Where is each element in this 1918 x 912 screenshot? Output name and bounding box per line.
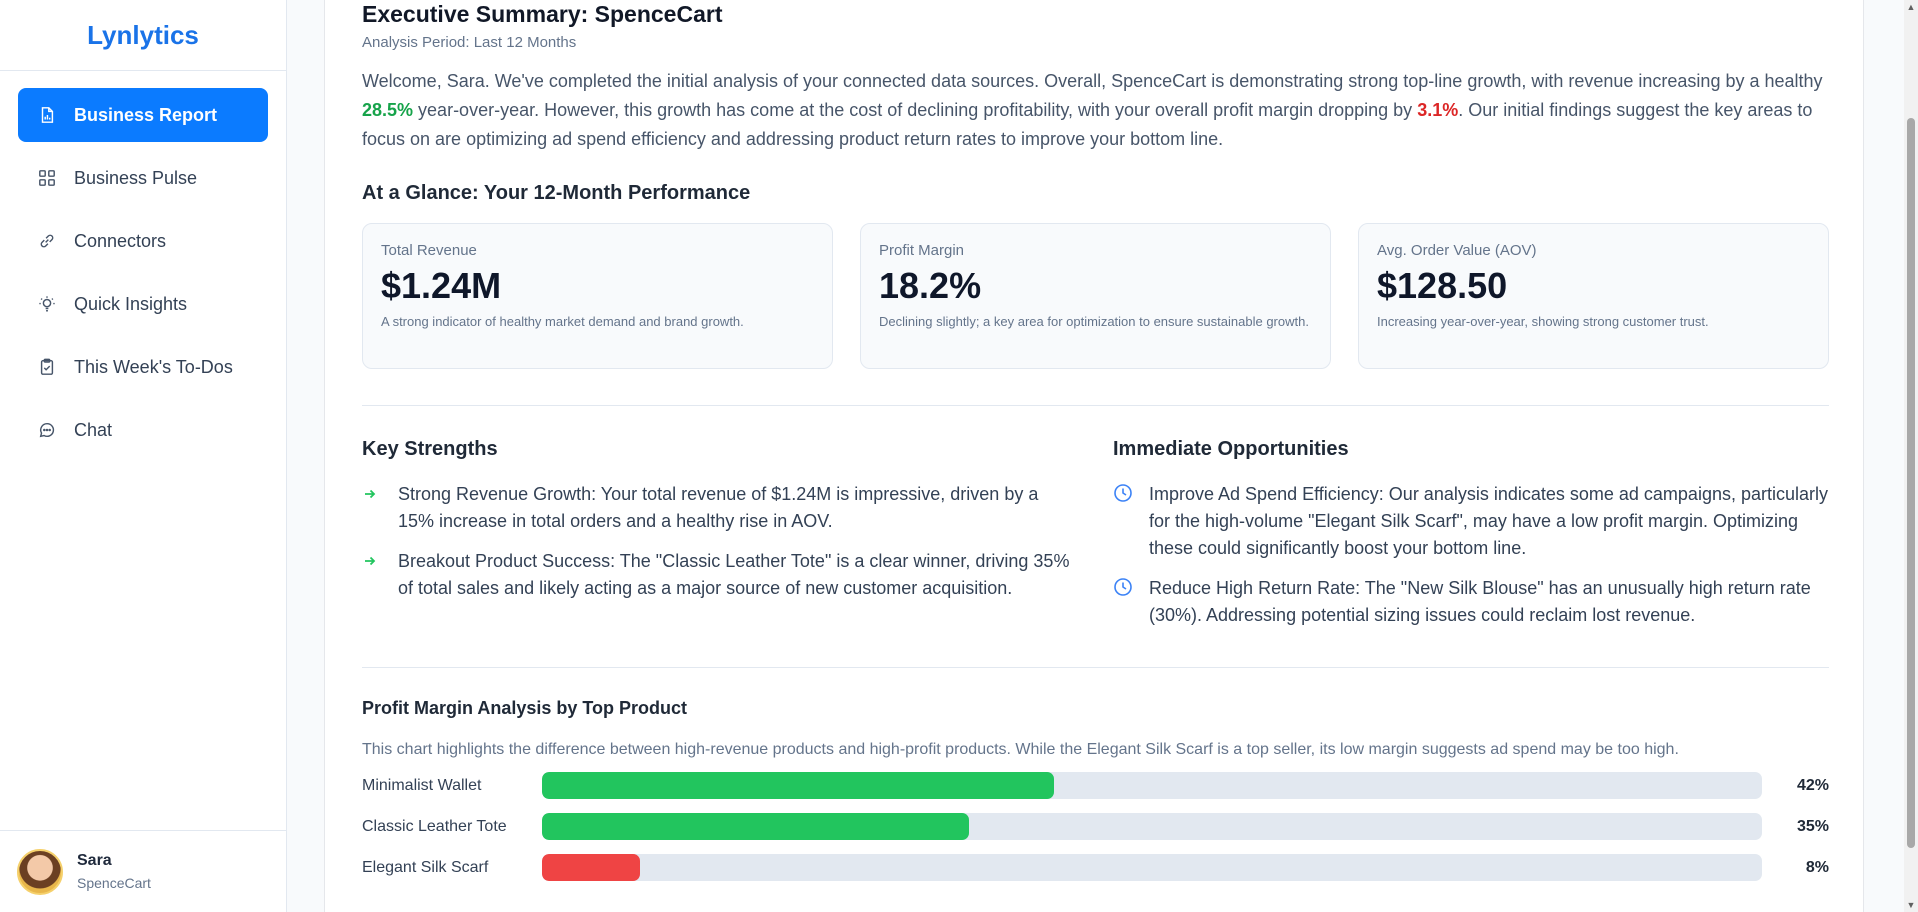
kpi-cards: Total Revenue $1.24M A strong indicator … <box>362 223 1829 369</box>
kpi-card-revenue: Total Revenue $1.24M A strong indicator … <box>362 223 833 369</box>
strength-text: Breakout Product Success: The "Classic L… <box>398 551 1070 598</box>
glance-title: At a Glance: Your 12-Month Performance <box>362 182 751 204</box>
list-item: Breakout Product Success: The "Classic L… <box>362 548 1113 602</box>
chat-icon <box>38 421 56 439</box>
app-logo[interactable]: Lynlytics <box>87 20 199 51</box>
growth-value: 28.5% <box>362 100 414 120</box>
sidebar-item-label: Chat <box>74 419 113 440</box>
sidebar-item-label: Business Pulse <box>74 167 198 188</box>
bar <box>542 772 1055 799</box>
scroll-thumb[interactable] <box>1907 118 1915 848</box>
bar-label: Minimalist Wallet <box>362 776 482 794</box>
bar-row: Classic Leather Tote 35% <box>362 813 1829 840</box>
avatar[interactable] <box>17 848 63 895</box>
clipboard-check-icon <box>38 358 56 376</box>
bar-value-label: 42% <box>1796 776 1829 794</box>
divider <box>362 405 1829 406</box>
logo-area: Lynlytics <box>0 0 286 71</box>
kpi-description: A strong indicator of healthy market dem… <box>381 314 744 329</box>
strength-text: Strong Revenue Growth: Your total revenu… <box>398 484 1039 531</box>
bar-row: Elegant Silk Scarf 8% <box>362 854 1829 881</box>
page-title: Executive Summary: SpenceCart <box>362 1 723 27</box>
link-icon <box>38 232 56 250</box>
sidebar-nav: Business Report Business Pulse Connector… <box>0 71 286 457</box>
report-content: Executive Summary: SpenceCart Analysis P… <box>362 0 1829 881</box>
kpi-description: Declining slightly; a key area for optim… <box>879 314 1309 329</box>
bar-track <box>542 772 1762 799</box>
list-item: Strong Revenue Growth: Your total revenu… <box>362 481 1113 535</box>
intro-paragraph: Welcome, Sara. We've completed the initi… <box>362 67 1824 154</box>
kpi-description: Increasing year-over-year, showing stron… <box>1377 314 1709 329</box>
bar-track <box>542 854 1762 881</box>
kpi-value: 18.2% <box>879 265 982 306</box>
margin-bar-chart: Minimalist Wallet 42% Classic Leather Tote… <box>362 772 1829 881</box>
intro-text: year-over-year. However, this growth has… <box>413 100 1418 120</box>
grid-icon <box>38 169 56 187</box>
clock-icon <box>1113 481 1149 562</box>
analysis-period: Analysis Period: Last 12 Months <box>362 34 577 51</box>
sidebar-item-todos[interactable]: This Week's To-Dos <box>18 340 268 394</box>
sidebar-item-quick-insights[interactable]: Quick Insights <box>18 277 268 331</box>
sidebar-item-label: This Week's To-Dos <box>74 356 233 377</box>
lightbulb-icon <box>38 295 56 313</box>
sidebar-item-label: Quick Insights <box>74 293 188 314</box>
user-name: Sara <box>77 852 112 869</box>
opportunity-text: Improve Ad Spend Efficiency: Our analysi… <box>1149 484 1828 558</box>
list-item: Improve Ad Spend Efficiency: Our analysi… <box>1113 481 1829 562</box>
bar-label: Elegant Silk Scarf <box>362 858 489 876</box>
intro-text: Welcome, Sara. We've completed the initi… <box>362 71 1823 91</box>
sidebar-item-business-report[interactable]: Business Report <box>18 88 268 142</box>
bar <box>542 813 969 840</box>
immediate-opportunities: Immediate Opportunities Improve Ad Spend… <box>1113 438 1829 642</box>
kpi-label: Avg. Order Value (AOV) <box>1377 242 1537 259</box>
key-strengths: Key Strengths Strong Revenue Growth: You… <box>362 438 1113 642</box>
kpi-card-aov: Avg. Order Value (AOV) $128.50 Increasin… <box>1358 223 1829 369</box>
opportunities-list: Improve Ad Spend Efficiency: Our analysi… <box>1113 481 1829 629</box>
kpi-value: $128.50 <box>1377 265 1508 306</box>
strengths-list: Strong Revenue Growth: Your total revenu… <box>362 481 1113 602</box>
bar <box>542 854 640 881</box>
sidebar-item-label: Connectors <box>74 230 167 251</box>
divider <box>362 667 1829 668</box>
sidebar-item-label: Business Report <box>74 104 218 125</box>
chart-title: Profit Margin Analysis by Top Product <box>362 698 688 718</box>
arrow-right-icon <box>362 481 398 535</box>
margin-drop-value: 3.1% <box>1417 100 1459 120</box>
scroll-down-arrow-icon[interactable]: ▼ <box>1906 900 1916 910</box>
bar-value-label: 8% <box>1805 858 1829 876</box>
sidebar: Lynlytics Business Report Business Pulse… <box>0 0 287 912</box>
sidebar-item-connectors[interactable]: Connectors <box>18 214 268 268</box>
bar-row: Minimalist Wallet 42% <box>362 772 1829 799</box>
report-icon <box>38 106 56 124</box>
sidebar-item-business-pulse[interactable]: Business Pulse <box>18 151 268 205</box>
bar-track <box>542 813 1762 840</box>
user-profile[interactable]: Sara SpenceCart <box>0 830 286 912</box>
sidebar-item-chat[interactable]: Chat <box>18 403 268 457</box>
user-company: SpenceCart <box>77 875 151 891</box>
scrollbar[interactable]: ▲ ▼ <box>1904 0 1918 912</box>
bar-value-label: 35% <box>1796 817 1829 835</box>
kpi-value: $1.24M <box>381 265 502 306</box>
list-item: Reduce High Return Rate: The "New Silk B… <box>1113 575 1829 629</box>
bar-label: Classic Leather Tote <box>362 817 507 835</box>
strengths-title: Key Strengths <box>362 438 498 460</box>
insights-columns: Key Strengths Strong Revenue Growth: You… <box>362 438 1829 642</box>
user-info: Sara SpenceCart <box>77 852 151 891</box>
chart-description: This chart highlights the difference bet… <box>362 741 1679 758</box>
clock-icon <box>1113 575 1149 629</box>
kpi-label: Profit Margin <box>879 242 965 259</box>
opportunity-text: Reduce High Return Rate: The "New Silk B… <box>1149 578 1811 625</box>
kpi-card-profit-margin: Profit Margin 18.2% Declining slightly; … <box>860 223 1331 369</box>
opportunities-title: Immediate Opportunities <box>1113 438 1349 460</box>
kpi-label: Total Revenue <box>381 242 477 259</box>
arrow-right-icon <box>362 548 398 602</box>
scroll-up-arrow-icon[interactable]: ▲ <box>1906 2 1916 12</box>
main-panel: Executive Summary: SpenceCart Analysis P… <box>324 0 1864 912</box>
